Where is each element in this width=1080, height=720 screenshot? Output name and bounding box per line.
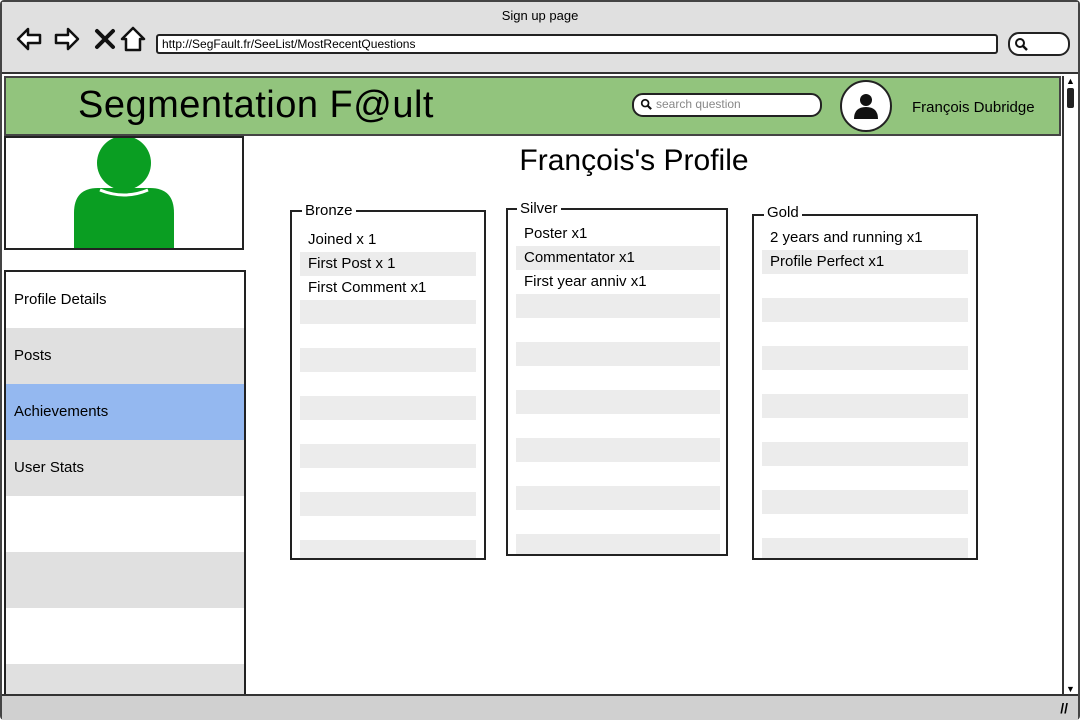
- empty-row: [300, 348, 476, 372]
- vertical-scrollbar[interactable]: ▲ ▼: [1062, 76, 1078, 694]
- profile-menu: Profile Details Posts Achievements User …: [4, 270, 246, 714]
- achievement-item: First year anniv x1: [524, 273, 647, 290]
- back-arrow-icon[interactable]: [16, 26, 42, 52]
- window-title: Sign up page: [501, 8, 579, 23]
- scroll-up-icon[interactable]: ▲: [1066, 76, 1075, 86]
- profile-photo: [4, 136, 244, 250]
- site-header: Segmentation F@ult search question Franç…: [4, 76, 1061, 136]
- empty-row: [300, 396, 476, 420]
- gold-achievements-panel: 2 years and running x1 Profile Perfect x…: [752, 214, 978, 560]
- empty-row: [300, 492, 476, 516]
- menu-item-empty: [6, 608, 244, 664]
- close-stop-icon[interactable]: [92, 26, 118, 52]
- empty-row: [300, 540, 476, 558]
- site-logo[interactable]: Segmentation F@ult: [78, 84, 434, 127]
- achievement-item: First Post x 1: [300, 252, 476, 276]
- empty-row: [300, 300, 476, 324]
- resize-grip-icon[interactable]: //: [1060, 700, 1068, 716]
- menu-item-achievements[interactable]: Achievements: [6, 384, 244, 440]
- browser-search-box[interactable]: [1008, 32, 1070, 56]
- browser-chrome: Sign up page http://SegFault.fr/SeeList/…: [2, 2, 1078, 74]
- address-bar[interactable]: http://SegFault.fr/SeeList/MostRecentQue…: [156, 34, 998, 54]
- empty-row: [762, 346, 968, 370]
- forward-arrow-icon[interactable]: [54, 26, 80, 52]
- empty-row: [762, 394, 968, 418]
- home-icon[interactable]: [120, 26, 146, 52]
- empty-row: [516, 486, 720, 510]
- empty-row: [762, 442, 968, 466]
- achievement-item: Poster x1: [524, 225, 588, 242]
- browser-window: Sign up page http://SegFault.fr/SeeList/…: [0, 0, 1080, 720]
- menu-item-empty: [6, 552, 244, 608]
- silver-title: Silver: [517, 200, 561, 217]
- menu-item-empty: [6, 496, 244, 552]
- menu-item-posts[interactable]: Posts: [6, 328, 244, 384]
- search-placeholder: search question: [656, 97, 741, 111]
- user-avatar[interactable]: [840, 80, 892, 132]
- empty-row: [762, 538, 968, 558]
- bronze-title: Bronze: [302, 202, 356, 219]
- achievement-item: Profile Perfect x1: [762, 250, 968, 274]
- empty-row: [762, 490, 968, 514]
- user-silhouette-icon: [74, 138, 174, 248]
- empty-row: [762, 298, 968, 322]
- question-search-input[interactable]: search question: [632, 93, 822, 117]
- empty-row: [516, 390, 720, 414]
- gold-title: Gold: [764, 204, 802, 221]
- status-bar: //: [2, 694, 1078, 720]
- silver-achievements-panel: Poster x1 Commentator x1 First year anni…: [506, 208, 728, 556]
- empty-row: [300, 444, 476, 468]
- menu-item-profile-details[interactable]: Profile Details: [6, 272, 244, 328]
- user-name[interactable]: François Dubridge: [912, 99, 1035, 116]
- search-icon: [1015, 38, 1028, 51]
- menu-item-user-stats[interactable]: User Stats: [6, 440, 244, 496]
- page-title: François's Profile: [519, 144, 749, 177]
- empty-row: [516, 438, 720, 462]
- achievement-item: First Comment x1: [308, 279, 427, 296]
- achievement-item: Commentator x1: [516, 246, 720, 270]
- search-icon: [640, 98, 652, 110]
- empty-row: [516, 342, 720, 366]
- achievement-item: Joined x 1: [308, 231, 377, 248]
- bronze-achievements-panel: Joined x 1 First Post x 1 First Comment …: [290, 210, 486, 560]
- user-icon: [854, 94, 878, 119]
- empty-row: [516, 294, 720, 318]
- achievement-item: 2 years and running x1: [770, 229, 923, 246]
- empty-row: [516, 534, 720, 554]
- scroll-down-icon[interactable]: ▼: [1066, 684, 1075, 694]
- scrollbar-thumb[interactable]: [1067, 88, 1074, 108]
